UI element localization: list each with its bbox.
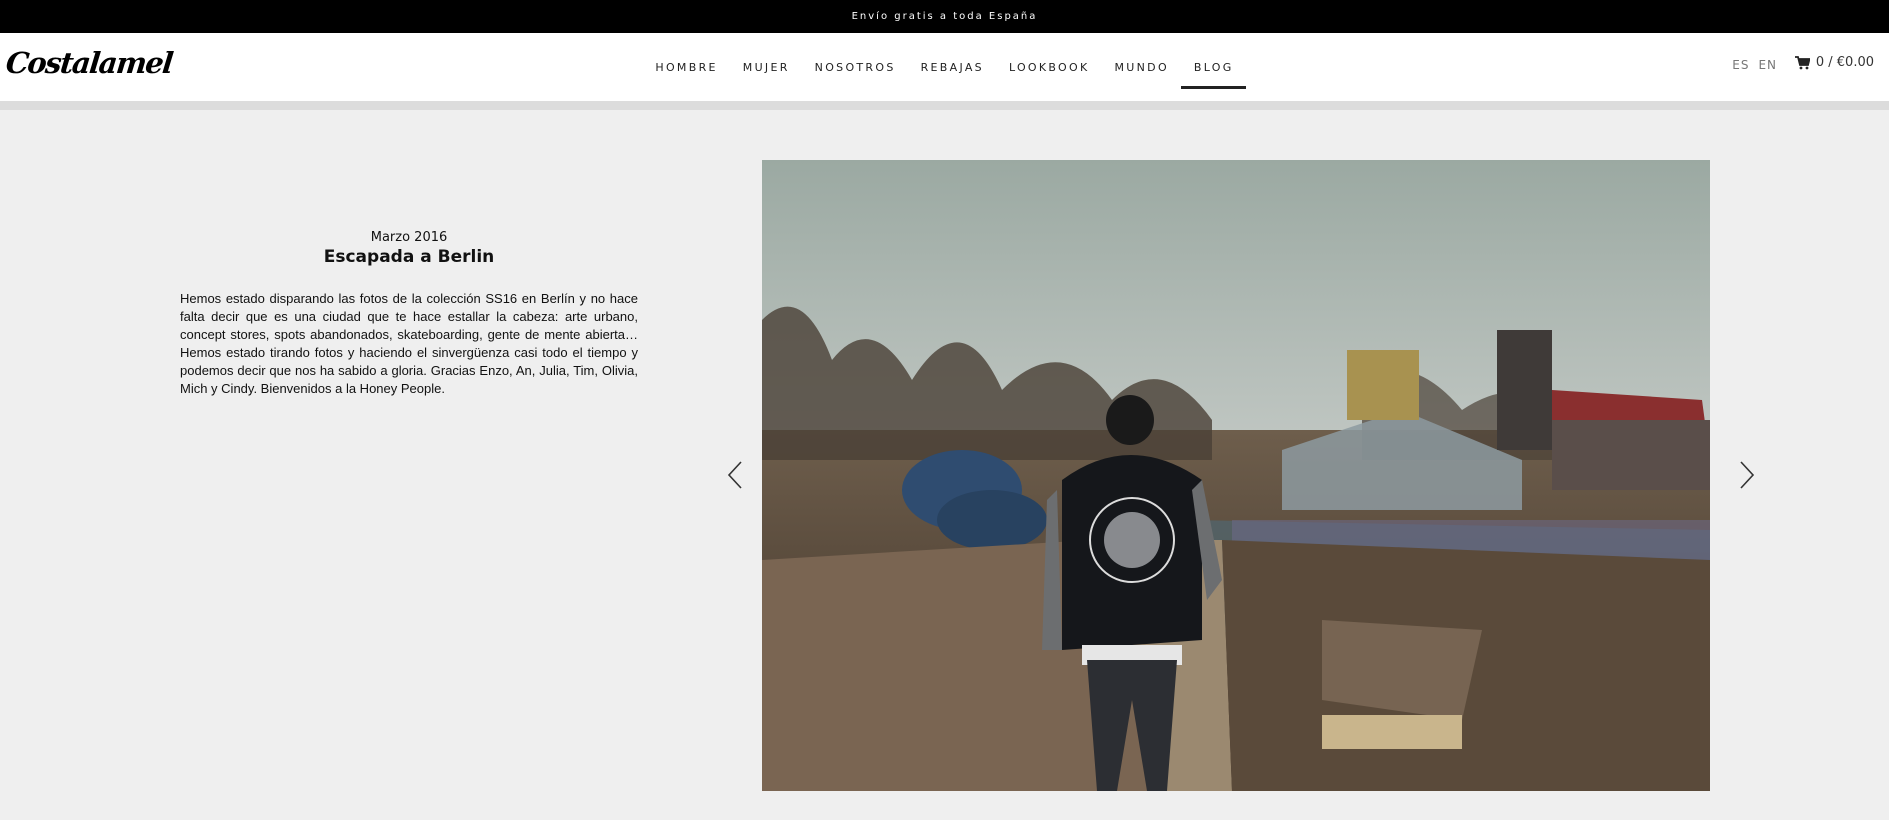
cart-icon (1794, 55, 1810, 69)
language-switcher: ES EN (1732, 58, 1777, 72)
post-photo (762, 160, 1710, 791)
announcement-bar: Envío gratis a toda España (0, 0, 1889, 33)
post-date: Marzo 2016 (370, 230, 448, 245)
blog-post: Marzo 2016 Escapada a Berlin Hemos estad… (0, 110, 1889, 820)
nav-item-hombre[interactable]: HOMBRE (643, 33, 730, 101)
main-nav: HOMBRE MUJER NOSOTROS REBAJAS LOOKBOOK M… (0, 33, 1889, 101)
nav-item-mujer[interactable]: MUJER (730, 33, 802, 101)
announcement-text: Envío gratis a toda España (851, 11, 1038, 22)
cart-button[interactable]: 0 / €0.00 (1794, 55, 1874, 70)
lang-es-link[interactable]: ES (1732, 58, 1749, 72)
nav-item-mundo[interactable]: MUNDO (1102, 33, 1181, 101)
site-header: Costalamel HOMBRE MUJER NOSOTROS REBAJAS… (0, 33, 1889, 101)
post-title: Escapada a Berlin (323, 247, 495, 267)
berlin-photo-illustration (762, 160, 1710, 791)
nav-item-rebajas[interactable]: REBAJAS (908, 33, 996, 101)
chevron-right-icon[interactable] (1737, 460, 1757, 490)
nav-item-blog[interactable]: BLOG (1181, 33, 1246, 101)
lang-en-link[interactable]: EN (1758, 58, 1777, 72)
post-body: Hemos estado disparando las fotos de la … (180, 291, 638, 396)
nav-item-nosotros[interactable]: NOSOTROS (802, 33, 908, 101)
header-divider (0, 101, 1889, 110)
chevron-left-icon[interactable] (725, 460, 745, 490)
nav-item-lookbook[interactable]: LOOKBOOK (996, 33, 1102, 101)
cart-summary: 0 / €0.00 (1815, 55, 1874, 70)
